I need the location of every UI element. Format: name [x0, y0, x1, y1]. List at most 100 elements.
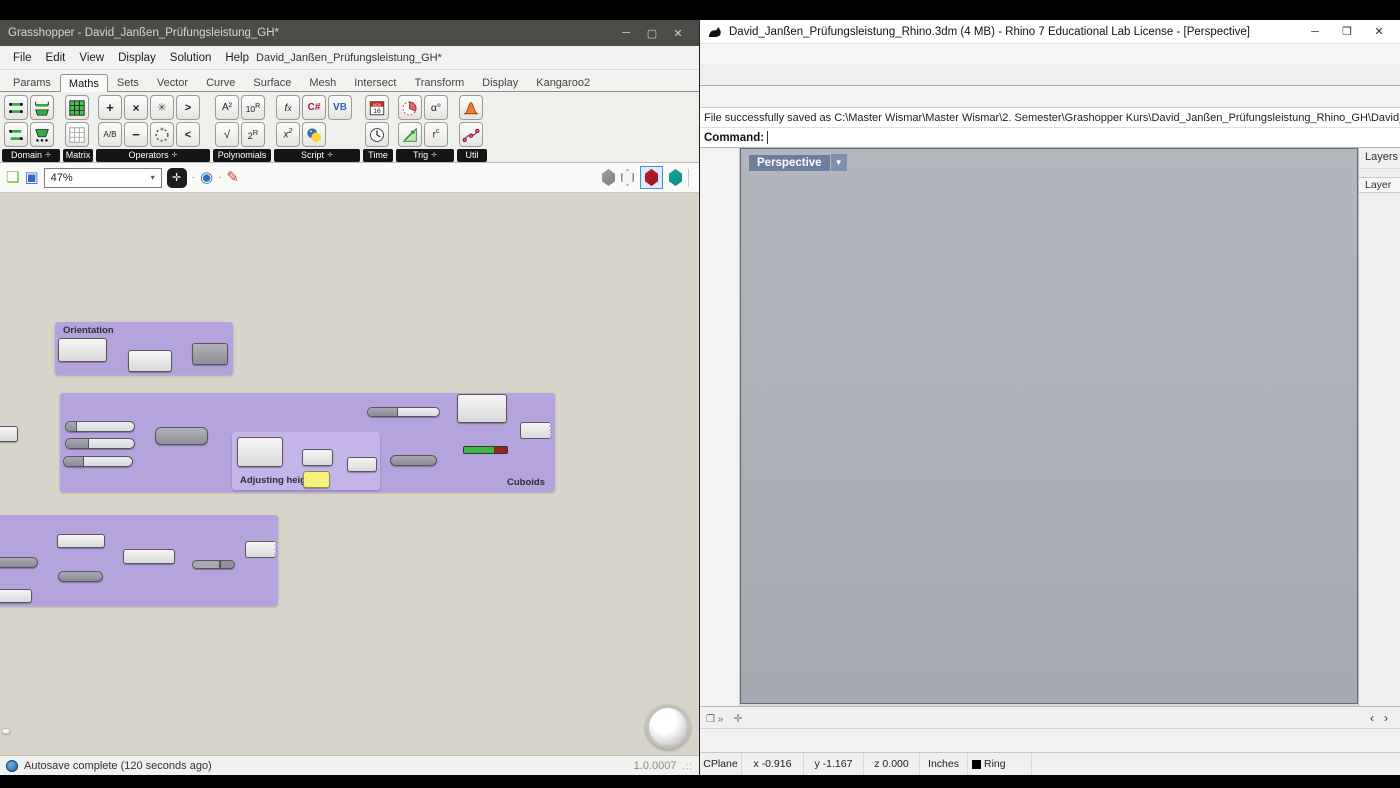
viewport-title-chip[interactable]: Perspective ▼	[749, 154, 847, 171]
component-node[interactable]	[155, 427, 208, 445]
scroll-right-icon[interactable]: ›	[1384, 711, 1388, 725]
component-node[interactable]	[302, 449, 333, 466]
matrix-white-icon[interactable]	[65, 122, 89, 147]
right-trig-icon[interactable]	[398, 122, 422, 147]
gh-menu-file[interactable]: File	[6, 50, 39, 66]
save-file-icon[interactable]: ▣	[24, 170, 38, 185]
power-ten-icon[interactable]: 10R	[241, 95, 265, 120]
component-node[interactable]	[0, 426, 18, 442]
gh-menu-solution[interactable]: Solution	[163, 50, 219, 66]
square-icon[interactable]: A²	[215, 95, 239, 120]
viewport-tabs-menu-icon[interactable]: ❐ »	[702, 714, 727, 728]
date-icon[interactable]: NOV16	[365, 95, 389, 120]
power-two-icon[interactable]: 2R	[241, 122, 265, 147]
mass-addition-icon[interactable]: ✳	[150, 95, 174, 120]
gh-tab-maths[interactable]: Maths	[60, 74, 108, 92]
domain-minmax-icon[interactable]	[30, 95, 54, 120]
component-node[interactable]	[457, 394, 507, 423]
resize-grip[interactable]: .::	[682, 761, 693, 771]
rhino-titlebar[interactable]: David_Janßen_Prüfungsleistung_Rhino.3dm …	[700, 20, 1400, 44]
number-slider[interactable]	[63, 456, 133, 467]
expression-icon[interactable]: fx	[276, 95, 300, 120]
panel-node[interactable]	[303, 471, 330, 488]
open-file-icon[interactable]: ❏	[6, 170, 19, 185]
expand-icon[interactable]: ✛	[172, 149, 178, 162]
gh-tab-surface[interactable]: Surface	[244, 73, 300, 91]
component-capsule[interactable]	[192, 560, 235, 569]
clock-icon[interactable]	[365, 122, 389, 147]
remap-icon[interactable]	[30, 122, 54, 147]
component-node[interactable]	[347, 457, 377, 472]
cplane-button[interactable]: CPlane	[700, 753, 742, 775]
gh-tab-sets[interactable]: Sets	[108, 73, 148, 91]
component-node[interactable]	[245, 541, 277, 558]
units-button[interactable]: Inches	[920, 753, 968, 775]
component-capsule[interactable]	[58, 571, 103, 582]
command-line[interactable]: Command:	[700, 128, 1400, 148]
gh-tab-params[interactable]: Params	[4, 73, 60, 91]
new-viewport-tab-icon[interactable]: ✛	[727, 710, 748, 728]
zoom-extents-icon[interactable]: ✛	[167, 168, 187, 188]
square-root-icon[interactable]: √	[215, 122, 239, 147]
minimize-icon[interactable]: ─	[613, 27, 639, 39]
canvas-nav-ball[interactable]	[646, 705, 690, 749]
grasshopper-canvas[interactable]: Orientation Cuboids Adjusting height	[0, 193, 699, 755]
radians-icon[interactable]: rc	[424, 122, 448, 147]
subtract-icon[interactable]: −	[124, 122, 148, 147]
minimize-icon[interactable]: ─	[1302, 26, 1328, 38]
close-icon[interactable]: ✕	[1366, 25, 1392, 38]
expand-icon[interactable]: ✛	[431, 149, 437, 162]
division-icon[interactable]: A/B	[98, 122, 122, 147]
vb-icon[interactable]: VB	[328, 95, 352, 120]
component-node[interactable]	[128, 350, 172, 372]
gem-red-selected[interactable]	[645, 169, 658, 186]
component-node[interactable]	[123, 549, 175, 564]
evaluate-icon[interactable]: x2	[276, 122, 300, 147]
component-node[interactable]	[192, 343, 228, 365]
gem-teal[interactable]	[669, 169, 682, 186]
gh-menu-edit[interactable]: Edit	[39, 50, 73, 66]
gh-menu-view[interactable]: View	[72, 50, 111, 66]
component-node[interactable]	[520, 422, 552, 439]
gh-tab-mesh[interactable]: Mesh	[300, 73, 345, 91]
gh-menu-display[interactable]: Display	[111, 50, 163, 66]
csharp-icon[interactable]: C#	[302, 95, 326, 120]
perspective-viewport[interactable]: Perspective ▼	[740, 148, 1358, 704]
component-node[interactable]	[57, 534, 105, 548]
gh-tab-intersect[interactable]: Intersect	[345, 73, 405, 91]
gem-gray[interactable]	[602, 169, 615, 186]
active-layer-button[interactable]: Ring	[968, 753, 1032, 775]
matrix-green-icon[interactable]	[65, 95, 89, 120]
chevron-down-icon[interactable]: ▼	[831, 154, 847, 171]
series-circle-icon[interactable]	[150, 122, 174, 147]
gh-tab-curve[interactable]: Curve	[197, 73, 244, 91]
component-capsule[interactable]	[0, 557, 38, 568]
domain-two-icon[interactable]	[4, 122, 28, 147]
sketch-icon[interactable]: ✎	[226, 170, 239, 185]
gh-menu-help[interactable]: Help	[218, 50, 256, 66]
expand-icon[interactable]: ✛	[45, 149, 51, 162]
number-slider[interactable]	[65, 438, 135, 449]
interpolate-icon[interactable]	[459, 122, 483, 147]
close-icon[interactable]: ✕	[665, 27, 691, 40]
domain-one-icon[interactable]	[4, 95, 28, 120]
multiply-icon[interactable]: ×	[124, 95, 148, 120]
component-capsule[interactable]	[390, 455, 437, 466]
python-icon[interactable]	[302, 122, 326, 147]
scroll-left-icon[interactable]: ‹	[1370, 711, 1374, 725]
zoom-level-select[interactable]: 47% ▾	[44, 168, 162, 188]
maximize-icon[interactable]: ▢	[639, 27, 665, 40]
add-icon[interactable]: +	[98, 95, 122, 120]
number-slider[interactable]	[367, 407, 440, 417]
component-node[interactable]	[237, 437, 283, 467]
component-node[interactable]	[0, 589, 32, 603]
gh-tab-display[interactable]: Display	[473, 73, 527, 91]
gh-tab-transform[interactable]: Transform	[405, 73, 473, 91]
component-node[interactable]	[58, 338, 107, 362]
maximize-icon[interactable]: ❒	[1334, 25, 1360, 38]
gem-wire[interactable]	[621, 169, 634, 186]
expand-icon[interactable]: ✛	[327, 149, 333, 162]
gh-tab-kangaroo2[interactable]: Kangaroo2	[527, 73, 599, 91]
gaussian-icon[interactable]	[459, 95, 483, 120]
grasshopper-titlebar[interactable]: Grasshopper - David_Janßen_Prüfungsleist…	[0, 20, 699, 46]
